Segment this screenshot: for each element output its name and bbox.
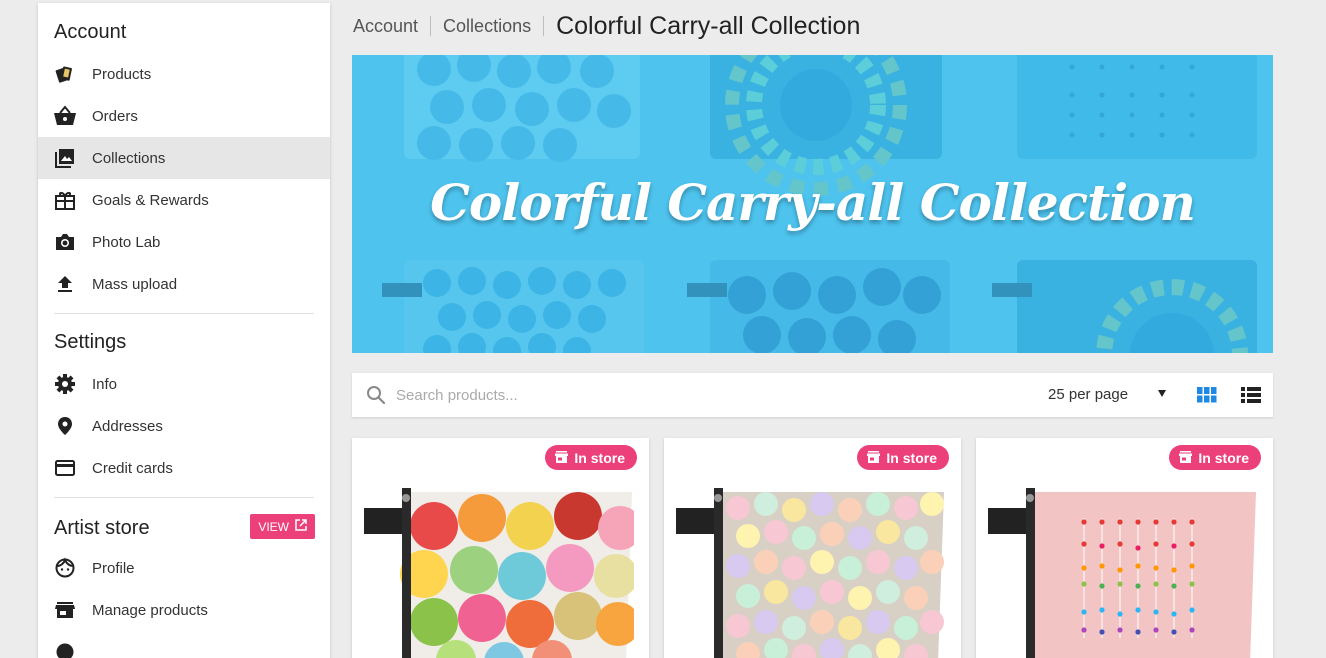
sidebar-item-info[interactable]: Info <box>38 363 330 405</box>
sidebar-item-label: Orders <box>92 107 138 125</box>
page-title: Colorful Carry-all Collection <box>556 11 861 40</box>
breadcrumb-separator <box>543 16 545 36</box>
upload-icon <box>52 271 78 297</box>
sidebar-item-label: Profile <box>92 559 135 577</box>
location-pin-icon <box>52 413 78 439</box>
sidebar: Account Products Orders Collections Goal… <box>38 3 330 658</box>
product-card[interactable]: In store <box>664 438 961 658</box>
sidebar-item-photo-lab[interactable]: Photo Lab <box>38 221 330 263</box>
account-section-title: Account <box>54 21 127 43</box>
camera-icon <box>52 229 78 255</box>
in-store-badge: In store <box>857 445 949 470</box>
badge-label: In store <box>574 449 625 466</box>
product-card[interactable]: In store <box>352 438 649 658</box>
sidebar-item-label: Mass upload <box>92 275 178 293</box>
view-store-label: VIEW <box>258 519 289 534</box>
per-page-select[interactable]: 25 per page <box>1048 386 1128 403</box>
sidebar-item-credit-cards[interactable]: Credit cards <box>38 447 330 489</box>
banner-title: Colorful Carry-all Collection <box>430 173 1196 232</box>
badge-label: In store <box>1198 449 1249 466</box>
gear-icon <box>52 371 78 397</box>
search-icon <box>366 385 386 410</box>
sidebar-item-orders[interactable]: Orders <box>38 95 330 137</box>
product-toolbar: 25 per page <box>352 373 1273 417</box>
grid-view-icon[interactable] <box>1197 387 1217 408</box>
sidebar-item-manage-products[interactable]: Manage products <box>38 589 330 631</box>
sidebar-item-label: Collections <box>92 149 166 167</box>
products-icon <box>52 61 78 87</box>
store-icon <box>52 597 78 623</box>
breadcrumb-separator <box>430 16 432 36</box>
gift-icon <box>52 187 78 213</box>
globe-icon <box>52 639 78 658</box>
sidebar-item-label: Goals & Rewards <box>92 191 209 209</box>
collections-icon <box>52 145 78 171</box>
sidebar-item-label: Credit cards <box>92 459 173 477</box>
sidebar-item-profile[interactable]: Profile <box>38 547 330 589</box>
settings-section-title: Settings <box>54 331 127 353</box>
breadcrumb-account-link[interactable]: Account <box>353 16 418 37</box>
breadcrumb-collections-link[interactable]: Collections <box>443 16 531 37</box>
chevron-down-icon[interactable] <box>1158 390 1166 397</box>
in-store-badge: In store <box>545 445 637 470</box>
sidebar-item-goals-rewards[interactable]: Goals & Rewards <box>38 179 330 221</box>
sidebar-item-collections[interactable]: Collections <box>38 137 330 179</box>
sidebar-item-products[interactable]: Products <box>38 53 330 95</box>
sidebar-item-mass-upload[interactable]: Mass upload <box>38 263 330 305</box>
sidebar-item-partial[interactable] <box>38 631 330 658</box>
list-view-icon[interactable] <box>1241 387 1261 408</box>
store-icon <box>867 450 881 466</box>
sidebar-item-label: Addresses <box>92 417 163 435</box>
collection-banner: Colorful Carry-all Collection <box>352 55 1273 353</box>
credit-card-icon <box>52 455 78 481</box>
product-image-pink-dots <box>988 488 1256 658</box>
product-image-candy-hearts <box>676 488 944 658</box>
external-link-icon <box>295 519 307 534</box>
view-store-button[interactable]: VIEW <box>250 514 315 539</box>
in-store-badge: In store <box>1169 445 1261 470</box>
product-image-macarons <box>364 488 634 658</box>
badge-label: In store <box>886 449 937 466</box>
sidebar-item-label: Photo Lab <box>92 233 161 251</box>
basket-icon <box>52 103 78 129</box>
face-icon <box>52 555 78 581</box>
sidebar-item-addresses[interactable]: Addresses <box>38 405 330 447</box>
breadcrumb: Account Collections Colorful Carry-all C… <box>353 10 860 42</box>
sidebar-item-label: Products <box>92 65 152 83</box>
search-input[interactable] <box>396 383 796 407</box>
sidebar-item-label: Manage products <box>92 601 208 619</box>
store-icon <box>555 450 569 466</box>
store-icon <box>1179 450 1193 466</box>
product-card[interactable]: In store <box>976 438 1273 658</box>
sidebar-item-label: Info <box>92 375 118 393</box>
